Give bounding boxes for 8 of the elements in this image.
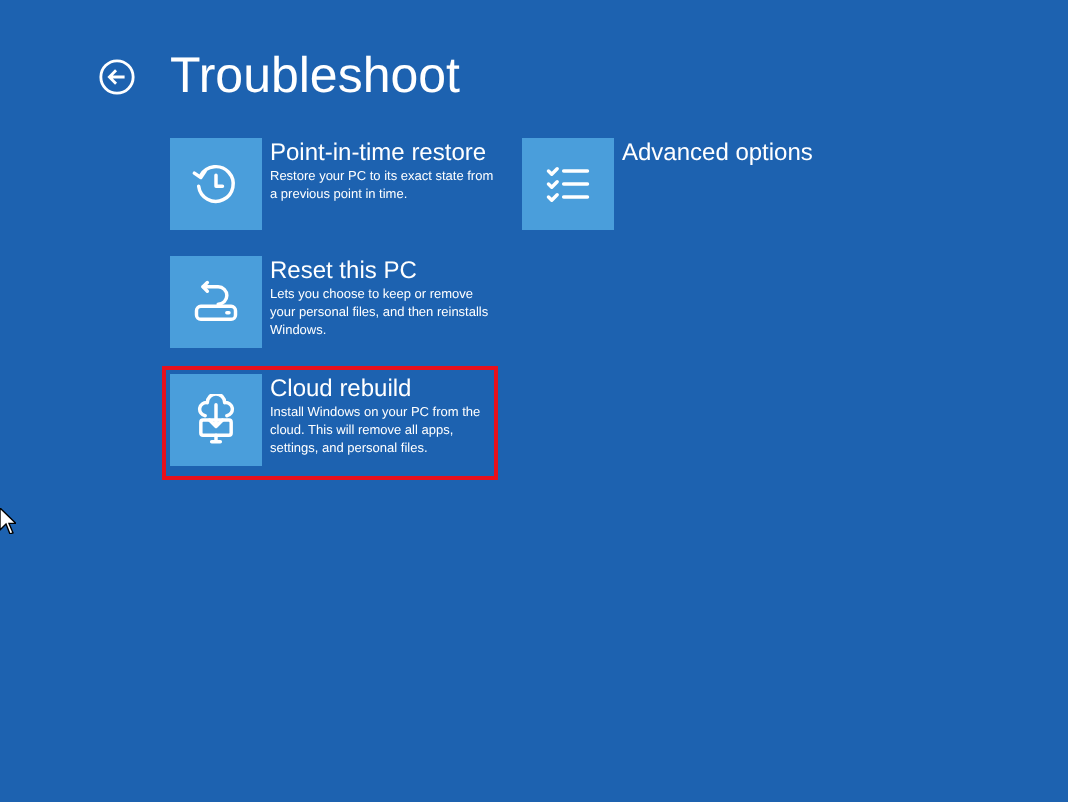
option-tile[interactable]: Advanced options (514, 130, 850, 244)
back-icon[interactable] (98, 57, 136, 95)
option-title: Reset this PC (270, 256, 419, 284)
mouse-pointer-icon (0, 508, 16, 534)
page-title: Troubleshoot (170, 46, 460, 108)
option-title: Point-in-time restore (270, 138, 489, 166)
option-title: Cloud rebuild (270, 374, 414, 402)
option-title: Advanced options (622, 138, 813, 166)
